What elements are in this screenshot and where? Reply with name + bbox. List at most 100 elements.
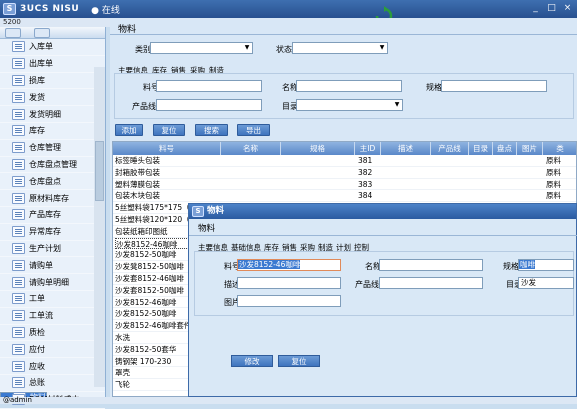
sidebar-tab-modules[interactable]	[5, 28, 21, 38]
search-button[interactable]: 搜索	[195, 124, 228, 136]
sidebar-item[interactable]: 发货	[0, 89, 105, 107]
scrollbar-thumb[interactable]	[95, 141, 104, 201]
dialog-code-input[interactable]: 沙发8152-46咖啡	[237, 259, 341, 271]
close-icon[interactable]: ×	[561, 2, 574, 14]
dialog-title-bar[interactable]: S 物料	[189, 204, 576, 219]
document-icon	[12, 343, 25, 355]
sidebar-scrollbar[interactable]	[94, 67, 105, 387]
dialog-spec-input[interactable]: 咖啡	[518, 259, 574, 271]
name-input[interactable]	[296, 80, 402, 92]
column-header[interactable]: 规格	[281, 142, 355, 155]
cell-code: 塑料薄膜包装	[115, 179, 160, 189]
dialog-code-value: 沙发8152-46咖啡	[238, 260, 301, 269]
app-logo-icon: S	[3, 3, 16, 15]
dialog-name-input[interactable]	[379, 259, 483, 271]
table-row[interactable]: 标签睡头包装 381 原料	[113, 155, 576, 167]
column-header[interactable]: 名称	[221, 142, 281, 155]
reset-button[interactable]: 复位	[153, 124, 185, 136]
category-select[interactable]: ▼	[150, 42, 253, 54]
sidebar-item[interactable]: 发货明细	[0, 106, 105, 123]
column-header[interactable]: 料号	[113, 142, 221, 155]
online-label: 在线	[101, 5, 120, 16]
document-icon	[12, 310, 25, 322]
document-icon	[12, 41, 25, 53]
add-button[interactable]: 添加	[115, 124, 143, 136]
sidebar-item-label: 异常库存	[29, 227, 61, 237]
document-icon	[12, 91, 25, 103]
chevron-down-icon: ▼	[242, 43, 252, 53]
sidebar-item[interactable]: 工单流	[0, 308, 105, 325]
cell-id: 382	[358, 167, 373, 177]
sidebar-item-label: 发货	[29, 92, 45, 102]
code-input[interactable]	[156, 80, 262, 92]
column-header[interactable]: 主ID	[355, 142, 381, 155]
sidebar-item[interactable]: 仓库盘点管理	[0, 157, 105, 174]
sidebar-item[interactable]: 仓库管理	[0, 140, 105, 157]
sidebar-item[interactable]: 库存	[0, 123, 105, 140]
document-icon	[12, 276, 25, 288]
sidebar-item-label: 仓库盘点管理	[29, 159, 77, 169]
document-icon	[12, 259, 25, 271]
footer-user: @admin	[0, 397, 577, 404]
column-header[interactable]: 描述	[381, 142, 431, 155]
sidebar-item[interactable]: 产品库存	[0, 207, 105, 224]
column-header[interactable]: 盘点	[493, 142, 517, 155]
document-icon	[12, 175, 25, 187]
sidebar-item-label: 产品库存	[29, 210, 61, 220]
document-icon	[12, 293, 25, 305]
export-button[interactable]: 导出	[237, 124, 270, 136]
title-bar: S 3UCS NISU ● 在线 _ □ ×	[0, 0, 577, 18]
sidebar-item-label: 生产计划	[29, 243, 61, 253]
column-header[interactable]: 图片	[517, 142, 543, 155]
dialog-spec-value: 咖啡	[519, 260, 535, 269]
document-icon	[12, 360, 25, 372]
cell-category: 原料	[546, 156, 561, 165]
sidebar-item[interactable]: 出库单	[0, 56, 105, 73]
cell-code: 封箱胶带包装	[115, 167, 160, 177]
sidebar-item[interactable]: 仓库盘点	[0, 173, 105, 191]
dialog-pic-input[interactable]	[237, 295, 341, 307]
dialog-dir-input[interactable]: 沙发	[518, 277, 574, 289]
sidebar-tab-favorites[interactable]	[34, 28, 50, 38]
sidebar-item[interactable]: 质检	[0, 325, 105, 342]
sidebar-item-label: 入库单	[29, 42, 53, 52]
material-dialog: S 物料 物料 主要信息 基础信息 库存 销售 采购 制造 计划 控制 料号 沙发8152-4…	[188, 203, 577, 397]
sidebar-item[interactable]: 损库	[0, 73, 105, 90]
column-header[interactable]: 产品线	[431, 142, 469, 155]
sidebar-item[interactable]: 总账	[0, 375, 105, 392]
dialog-reset-button[interactable]: 复位	[278, 355, 320, 367]
cell-category: 原料	[546, 167, 561, 177]
sidebar-item-label: 损库	[29, 75, 45, 85]
table-row[interactable]: 封箱胶带包装 382 原料	[113, 167, 576, 179]
sidebar-item[interactable]: 入库单	[0, 39, 105, 56]
sidebar-item[interactable]: 应付	[0, 341, 105, 359]
sidebar-item[interactable]: 原材料库存	[0, 190, 105, 207]
maximize-icon[interactable]: □	[545, 2, 558, 14]
spec-input[interactable]	[441, 80, 547, 92]
sidebar-item[interactable]: 应收	[0, 358, 105, 375]
sidebar-item-label: 仓库管理	[29, 143, 61, 153]
status-select[interactable]: ▼	[292, 42, 388, 54]
dialog-line-input[interactable]	[379, 277, 483, 289]
column-header[interactable]: 类	[543, 142, 576, 155]
sidebar-menu: 入库单出库单损库发货发货明细 库存仓库管理仓库盘点管理仓库盘点 原材料库存产品库存异…	[0, 39, 105, 409]
sidebar-item[interactable]: 工单	[0, 291, 105, 308]
sidebar-item-label: 工单流	[29, 311, 53, 321]
table-row[interactable]: 包装木块包装 384 原料	[113, 190, 576, 203]
sidebar-item-label: 应付	[29, 344, 45, 354]
sidebar-tabs	[0, 27, 105, 39]
cell-id: 381	[358, 156, 373, 165]
sidebar-item[interactable]: 异常库存	[0, 224, 105, 241]
document-icon	[12, 226, 25, 238]
line-input[interactable]	[156, 99, 262, 111]
document-icon	[12, 192, 25, 204]
sidebar-item[interactable]: 请购单明细	[0, 274, 105, 291]
table-row[interactable]: 塑料薄膜包装 383 原料	[113, 179, 576, 191]
modify-button[interactable]: 修改	[231, 355, 273, 367]
column-header[interactable]: 目录	[469, 142, 493, 155]
dialog-desc-input[interactable]	[237, 277, 341, 289]
sidebar-item[interactable]: 请购单	[0, 257, 105, 275]
minimize-icon[interactable]: _	[529, 2, 542, 14]
dir-select[interactable]: ▼	[296, 99, 403, 111]
sidebar-item[interactable]: 生产计划	[0, 241, 105, 258]
